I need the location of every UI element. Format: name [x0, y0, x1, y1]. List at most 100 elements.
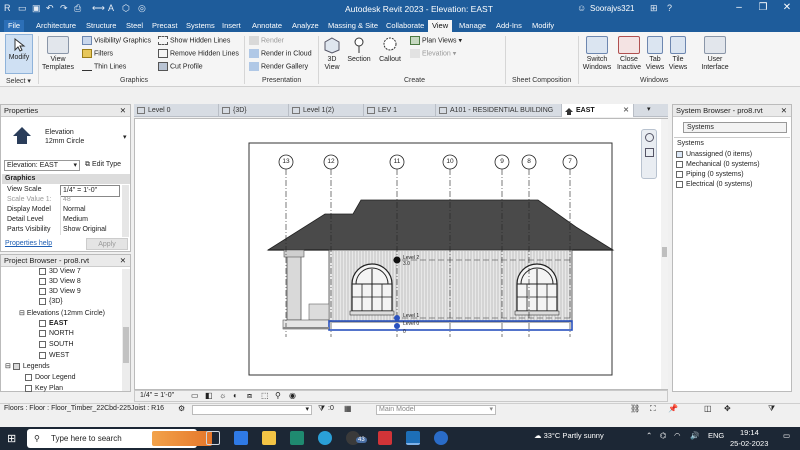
user-icon[interactable]: ☺: [577, 3, 586, 13]
tree-group[interactable]: ⊟ Legends: [5, 362, 50, 371]
tree-item[interactable]: WEST: [39, 351, 69, 360]
property-row[interactable]: Display Model Normal: [4, 205, 122, 215]
tab-analyze[interactable]: Analyze: [288, 20, 323, 32]
tray-chevron-icon[interactable]: ⌃: [646, 431, 652, 440]
close-icon[interactable]: ✕: [781, 105, 787, 117]
tab-level-1-2[interactable]: Level 1(2): [289, 104, 364, 117]
view-templates-button[interactable]: View Templates: [40, 36, 76, 72]
tab-steel[interactable]: Steel: [122, 20, 147, 32]
grid-label[interactable]: 9: [497, 158, 507, 165]
save-icon[interactable]: ▣: [32, 3, 41, 14]
grid-label[interactable]: 10: [445, 158, 455, 165]
cart-icon[interactable]: ⊞: [650, 3, 658, 14]
tree-item[interactable]: 3D View 9: [39, 287, 81, 296]
undo-icon[interactable]: ↶: [46, 3, 54, 14]
scrollbar-thumb[interactable]: [123, 327, 129, 363]
browser-scrollbar[interactable]: [122, 269, 130, 391]
help-icon[interactable]: ?: [667, 3, 672, 13]
close-icon[interactable]: ✕: [120, 105, 126, 117]
level-label[interactable]: Level 0: [403, 321, 419, 327]
system-item-unassigned[interactable]: Unassigned (0 items): [676, 150, 752, 159]
modify-button[interactable]: Modify: [5, 34, 33, 74]
close-inactive-button[interactable]: Close Inactive: [615, 36, 643, 72]
close-button[interactable]: ✕: [778, 2, 796, 16]
clock-date[interactable]: 25-02-2023: [730, 439, 768, 448]
tab-a101[interactable]: A101 - RESIDENTIAL BUILDING: [436, 104, 562, 117]
tab-manage[interactable]: Manage: [455, 20, 490, 32]
visibility-graphics-button[interactable]: Visibility/ Graphics: [82, 36, 151, 45]
workset-dropdown[interactable]: ▾: [192, 405, 312, 415]
tree-item[interactable]: {3D}: [39, 297, 63, 306]
crop-view-icon[interactable]: ⧈: [247, 391, 252, 401]
close-tab-icon[interactable]: ✕: [623, 104, 629, 117]
tree-item[interactable]: SOUTH: [39, 340, 74, 349]
select-underlay-icon[interactable]: ⛶: [650, 404, 656, 414]
tab-modify[interactable]: Modify: [528, 20, 558, 32]
tab-precast[interactable]: Precast: [148, 20, 181, 32]
collapse-icon[interactable]: ⊟: [19, 310, 27, 317]
tab-architecture[interactable]: Architecture: [32, 20, 80, 32]
tab-east[interactable]: EAST ✕: [562, 104, 634, 117]
system-item-electrical[interactable]: Electrical (0 systems): [676, 180, 753, 189]
tree-item-selected[interactable]: EAST: [39, 319, 68, 328]
select-by-face-icon[interactable]: ◫: [704, 404, 712, 413]
tree-item[interactable]: Key Plan: [25, 384, 63, 393]
crop-region-icon[interactable]: ⬚: [261, 391, 269, 400]
3d-view-button[interactable]: 3D View: [320, 36, 344, 72]
taskbar-search[interactable]: ⚲ Type here to search: [27, 429, 212, 448]
type-dropdown-icon[interactable]: ▾: [123, 133, 127, 141]
remove-hidden-lines-button[interactable]: Remove Hidden Lines: [158, 49, 239, 58]
render-button[interactable]: Render: [249, 36, 284, 45]
filters-button[interactable]: Filters: [82, 49, 113, 58]
grid-label[interactable]: 8: [524, 158, 534, 165]
drawing-canvas[interactable]: Level 2 3.0 Level 1 Level 0 0 13 12 11 10 9 8…: [134, 118, 668, 390]
tab-collaborate[interactable]: Collaborate: [382, 20, 428, 32]
maximize-button[interactable]: ❐: [754, 2, 772, 16]
text-icon[interactable]: A: [108, 3, 114, 13]
tree-item[interactable]: 3D View 7: [39, 267, 81, 276]
render-gallery-button[interactable]: Render Gallery: [249, 62, 308, 71]
tile-views-button[interactable]: Tile Views: [667, 36, 689, 72]
select-panel-label[interactable]: Select ▾: [6, 77, 31, 85]
view-scale[interactable]: 1/4" = 1'-0": [140, 392, 174, 399]
navigation-bar[interactable]: [641, 129, 657, 179]
properties-help-link[interactable]: Properties help: [5, 240, 52, 247]
design-options-icon[interactable]: ▦: [344, 404, 352, 413]
onedrive-icon[interactable]: [434, 431, 448, 445]
tab-overflow-icon[interactable]: ▾: [647, 105, 651, 113]
open-icon[interactable]: ▭: [18, 3, 27, 14]
3d-icon[interactable]: ⬡: [122, 3, 130, 14]
redo-icon[interactable]: ↷: [60, 3, 68, 14]
close-icon[interactable]: ✕: [120, 255, 126, 267]
revit-taskbar-icon[interactable]: [406, 431, 420, 445]
user-interface-button[interactable]: User Interface: [698, 36, 732, 72]
tab-massing-site[interactable]: Massing & Site: [324, 20, 382, 32]
elevation-button[interactable]: Elevation ▾: [410, 49, 456, 58]
grid-label[interactable]: 13: [281, 158, 291, 165]
tab-file[interactable]: File: [4, 20, 25, 32]
design-option-dropdown[interactable]: Main Model ▾: [376, 405, 496, 415]
weather-widget[interactable]: ☁ 33°C Partly sunny: [534, 431, 604, 440]
file-explorer-icon[interactable]: [262, 431, 276, 445]
temporary-hide-icon[interactable]: ⚲: [275, 391, 281, 400]
plan-views-button[interactable]: Plan Views ▾: [410, 36, 462, 45]
volume-icon[interactable]: 🔊: [690, 431, 699, 440]
tree-item[interactable]: NORTH: [39, 329, 74, 338]
thin-lines-button[interactable]: Thin Lines: [82, 62, 126, 71]
property-row[interactable]: Detail Level Medium: [4, 215, 122, 225]
select-links-icon[interactable]: ⛓: [630, 404, 640, 413]
tab-structure[interactable]: Structure: [82, 20, 120, 32]
tab-insert[interactable]: Insert: [218, 20, 245, 32]
filter-selection-icon[interactable]: ⧩: [768, 404, 775, 414]
canvas-scrollbar-vertical[interactable]: [661, 119, 668, 389]
task-view-icon[interactable]: [206, 431, 220, 445]
tab-lev-1[interactable]: LEV 1: [364, 104, 436, 117]
language-indicator[interactable]: ENG: [708, 431, 724, 440]
cut-profile-button[interactable]: Cut Profile: [158, 62, 203, 71]
revit-logo-icon[interactable]: R: [4, 3, 11, 13]
collapse-icon[interactable]: ⊟: [5, 363, 13, 370]
apply-button[interactable]: Apply: [86, 238, 128, 250]
render-in-cloud-button[interactable]: Render in Cloud: [249, 49, 312, 58]
visual-style-icon[interactable]: ◧: [205, 391, 213, 400]
tab-systems[interactable]: Systems: [182, 20, 219, 32]
